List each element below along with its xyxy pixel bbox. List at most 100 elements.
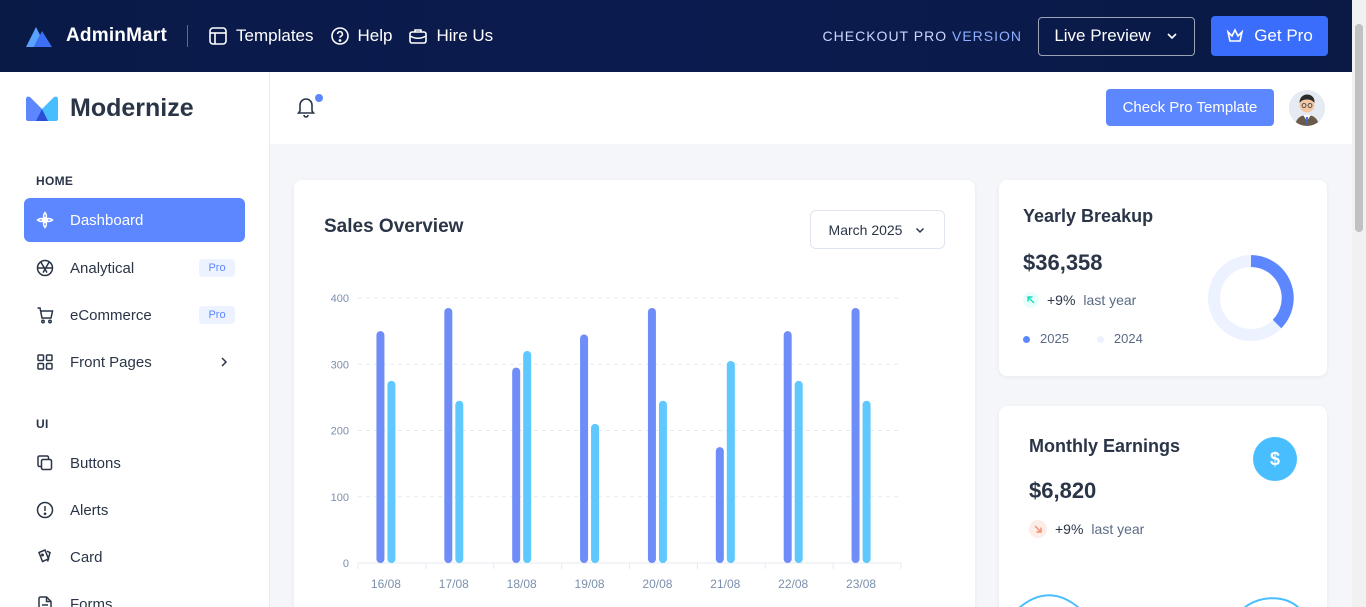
promo-bar: AdminMart Templates Help Hire Us CHECKOU… — [0, 0, 1352, 72]
sidebar-item-label: Front Pages — [70, 353, 152, 371]
avatar[interactable] — [1289, 90, 1325, 126]
home-caption: HOME — [36, 174, 74, 188]
help-icon — [330, 27, 349, 45]
bar-series-2[interactable] — [387, 380, 396, 563]
sales-bar-chart: 0 100 200 300 400 16/08 17/08 18/08 19/08 20/08 21… — [331, 293, 902, 591]
get-pro-button[interactable]: Get Pro — [1211, 16, 1328, 56]
check-pro-template-button[interactable]: Check Pro Template — [1106, 89, 1274, 126]
legend-label: 2025 — [1040, 331, 1069, 346]
hire-us-link[interactable]: Hire Us — [408, 26, 493, 46]
x-tick-label: 22/08 — [778, 577, 808, 591]
layout-icon — [209, 27, 227, 45]
dollar-icon: $ — [1253, 437, 1297, 481]
adminmart-logo-icon — [26, 27, 52, 47]
monthly-trend-value: +9% — [1055, 521, 1084, 537]
bar-series-2[interactable] — [726, 360, 735, 563]
live-preview-label: Live Preview — [1054, 26, 1151, 45]
x-tick-label: 19/08 — [575, 577, 605, 591]
file-text-icon — [38, 596, 52, 607]
legend-item-2024: 2024 — [1096, 331, 1143, 346]
sales-overview-card: Sales Overview March 2025 0 100 200 300 400 1… — [294, 180, 975, 607]
crown-icon — [1226, 28, 1244, 42]
top-header: Check Pro Template — [270, 72, 1352, 144]
yearly-breakup-card: Yearly Breakup $36,358 +9% last year 202… — [999, 180, 1327, 376]
monthly-trend-suffix: last year — [1091, 521, 1145, 537]
divider — [187, 25, 189, 47]
y-tick-label: 200 — [331, 426, 349, 438]
chevron-right-icon — [221, 357, 228, 367]
bar-series-1[interactable] — [715, 447, 724, 563]
live-preview-dropdown[interactable]: Live Preview — [1038, 16, 1195, 56]
monthly-earnings-title: Monthly Earnings — [1029, 436, 1181, 456]
check-pro-label: Check Pro Template — [1122, 99, 1258, 116]
templates-label: Templates — [236, 26, 314, 45]
donut-arc-2025 — [1250, 255, 1294, 329]
legend-label: 2024 — [1113, 331, 1143, 346]
modernize-logo-icon — [26, 96, 58, 121]
bar-series-2[interactable] — [523, 351, 532, 563]
modernize-logo[interactable]: Modernize — [0, 72, 269, 123]
sidebar-item-label: Buttons — [70, 454, 121, 472]
bar-series-2[interactable] — [658, 400, 667, 563]
sidebar-item-buttons[interactable]: Buttons — [24, 441, 245, 485]
page-scrollbar[interactable] — [1352, 0, 1366, 607]
checkout-prefix: CHECKOUT PRO — [822, 28, 952, 44]
y-tick-label: 100 — [331, 492, 349, 504]
bar-series-2[interactable] — [862, 400, 871, 563]
sidebar: Modernize HOME Dashboard Analytical Pro … — [0, 72, 270, 607]
sidebar-item-front-pages[interactable]: Front Pages — [24, 340, 245, 384]
yearly-breakup-title: Yearly Breakup — [1023, 206, 1154, 226]
bar-series-1[interactable] — [783, 331, 792, 563]
bar-series-2[interactable] — [455, 400, 464, 563]
monthly-sparkline — [1018, 594, 1300, 607]
help-link[interactable]: Help — [330, 26, 392, 46]
bar-series-2[interactable] — [794, 380, 803, 563]
yearly-legend: 2025 2024 — [1023, 331, 1143, 346]
y-tick-label: 0 — [343, 558, 349, 570]
pro-badge: Pro — [199, 306, 235, 324]
sidebar-item-analytical[interactable]: Analytical Pro — [24, 246, 245, 290]
templates-link[interactable]: Templates — [208, 26, 314, 46]
arrow-down-right-icon — [1029, 520, 1047, 538]
bar-series-1[interactable] — [851, 307, 860, 563]
x-tick-label: 17/08 — [439, 577, 469, 591]
sidebar-item-label: Card — [70, 548, 103, 566]
bar-series-1[interactable] — [580, 334, 589, 563]
sidebar-item-label: eCommerce — [70, 306, 152, 324]
bar-series-2[interactable] — [591, 423, 600, 563]
ui-caption: UI — [36, 417, 49, 431]
sidebar-item-label: Dashboard — [70, 211, 144, 229]
copy-icon — [37, 455, 53, 471]
adminmart-brand: AdminMart — [66, 25, 168, 46]
apps-icon — [37, 354, 53, 370]
bar-series-1[interactable] — [512, 367, 521, 563]
yearly-trend-value: +9% — [1047, 292, 1076, 308]
aperture-icon — [36, 211, 54, 229]
sidebar-item-label: Analytical — [70, 259, 135, 277]
briefcase-icon — [409, 29, 428, 44]
notification-dot — [315, 94, 323, 102]
sidebar-item-alerts[interactable]: Alerts — [24, 488, 245, 532]
sidebar-item-card[interactable]: Card — [24, 535, 245, 579]
sidebar-item-label: Forms — [70, 595, 113, 607]
adminmart-logo[interactable]: AdminMart — [24, 23, 167, 49]
bar-series-1[interactable] — [376, 331, 385, 563]
checkout-pro-text[interactable]: CHECKOUT PRO VERSION — [823, 28, 1022, 44]
user-avatar-image — [1289, 90, 1325, 126]
bar-series-1[interactable] — [444, 307, 453, 563]
yearly-donut-chart — [1208, 255, 1294, 341]
chevron-down-icon — [1167, 33, 1177, 40]
cart-icon — [37, 307, 54, 324]
bell-icon[interactable] — [296, 96, 316, 118]
arrow-up-left-icon — [1023, 292, 1039, 308]
y-tick-label: 400 — [331, 293, 349, 305]
yearly-amount: $36,358 — [1023, 250, 1103, 275]
pro-badge: Pro — [199, 259, 235, 277]
scrollbar-thumb[interactable] — [1355, 24, 1363, 232]
sidebar-item-forms[interactable]: Forms — [24, 582, 245, 607]
bar-series-1[interactable] — [647, 307, 656, 563]
yearly-trend: +9% last year — [1023, 292, 1136, 308]
sidebar-item-dashboard[interactable]: Dashboard — [24, 198, 245, 242]
yearly-trend-suffix: last year — [1083, 292, 1137, 308]
sidebar-item-ecommerce[interactable]: eCommerce Pro — [24, 293, 245, 337]
